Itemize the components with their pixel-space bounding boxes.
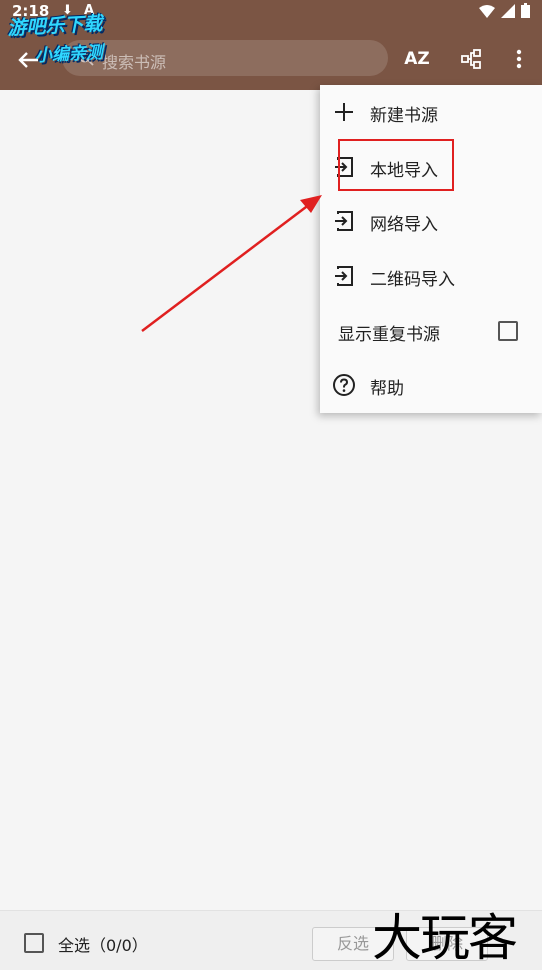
sort-button[interactable]: AZ bbox=[400, 42, 434, 76]
group-icon bbox=[461, 49, 481, 69]
menu-item-label: 帮助 bbox=[370, 379, 404, 399]
group-button[interactable] bbox=[454, 42, 488, 76]
menu-item-help[interactable]: 帮助 bbox=[320, 359, 542, 411]
more-vert-icon bbox=[516, 49, 522, 69]
watermark-bottom-right: 大玩客 bbox=[372, 909, 518, 967]
select-all-checkbox[interactable] bbox=[24, 933, 44, 953]
menu-item-qrcode-import[interactable]: 二维码导入 bbox=[320, 250, 542, 302]
sort-az-label: AZ bbox=[404, 49, 430, 69]
watermark-top-left: 游吧乐下载 小编亲测 bbox=[7, 6, 150, 67]
menu-item-label: 二维码导入 bbox=[370, 270, 455, 290]
help-icon bbox=[333, 374, 355, 396]
menu-item-network-import[interactable]: 网络导入 bbox=[320, 195, 542, 247]
annotation-highlight-box bbox=[338, 139, 454, 191]
menu-item-show-duplicates[interactable]: 显示重复书源 bbox=[320, 305, 542, 357]
more-options-button[interactable] bbox=[502, 42, 536, 76]
import-icon bbox=[335, 211, 353, 231]
select-all-label: 全选（0/0） bbox=[58, 936, 148, 955]
plus-icon bbox=[335, 103, 353, 121]
wifi-icon bbox=[479, 3, 495, 22]
import-icon bbox=[335, 266, 353, 286]
menu-item-label: 显示重复书源 bbox=[338, 325, 440, 345]
menu-item-label: 新建书源 bbox=[370, 106, 438, 126]
battery-icon bbox=[521, 3, 530, 22]
menu-item-new-source[interactable]: 新建书源 bbox=[320, 86, 542, 138]
menu-item-label: 网络导入 bbox=[370, 215, 438, 235]
signal-icon bbox=[501, 3, 515, 22]
checkbox-icon[interactable] bbox=[498, 321, 518, 341]
overflow-menu: 新建书源 本地导入 网络导入 二维码导入 显示重复书源 帮助 bbox=[320, 85, 542, 413]
